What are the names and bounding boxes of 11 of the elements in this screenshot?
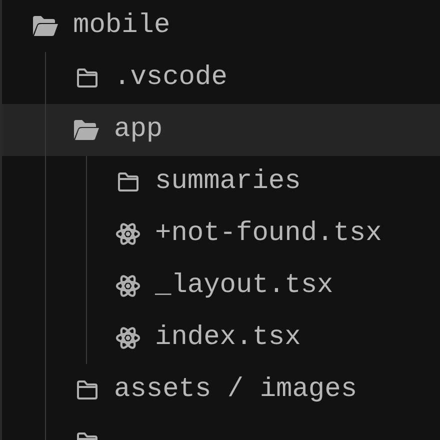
tree-item[interactable]: _layout.tsx	[2, 260, 440, 312]
tree-item[interactable]: +not-found.tsx	[2, 208, 440, 260]
tree-item[interactable]: app	[2, 104, 440, 156]
tree-item[interactable]: assets / images	[2, 364, 440, 416]
atom-icon	[114, 326, 140, 350]
atom-icon	[114, 222, 140, 246]
tree-item[interactable]: mobile	[2, 0, 440, 52]
tree-item[interactable]: index.tsx	[2, 312, 440, 364]
atom-icon	[114, 274, 140, 298]
tree-item[interactable]: summaries	[2, 156, 440, 208]
tree-item[interactable]: .vscode	[2, 52, 440, 104]
